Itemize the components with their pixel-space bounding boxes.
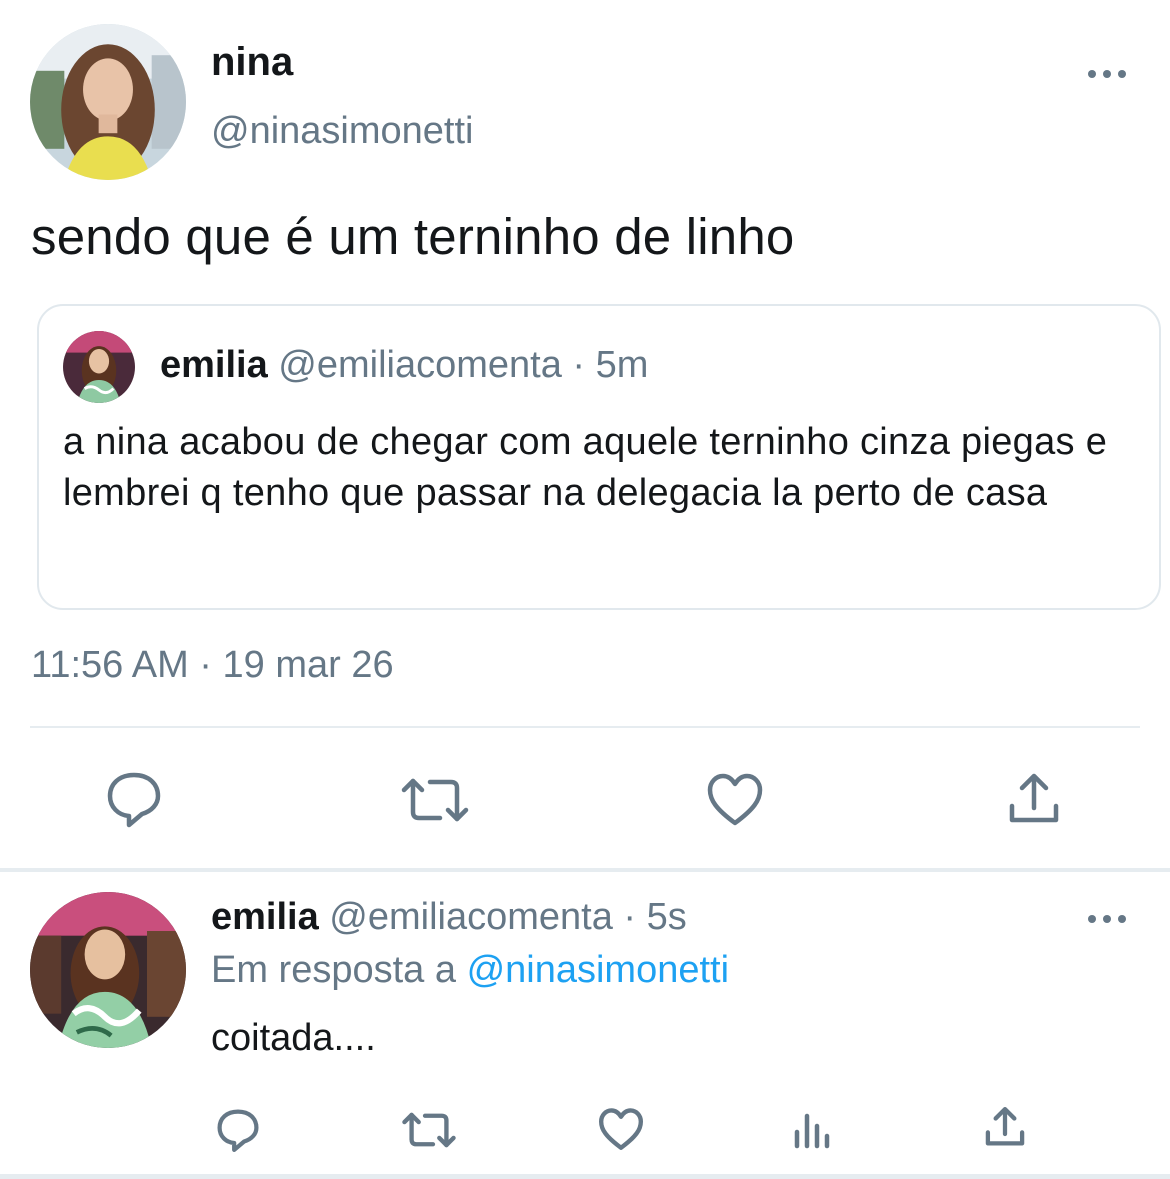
avatar-nina[interactable]	[30, 24, 186, 180]
quoted-author-meta: @emiliacomenta · 5m	[278, 344, 649, 386]
reply-author-meta: @emiliacomenta · 5s	[329, 896, 687, 938]
retweet-icon[interactable]	[400, 776, 470, 824]
share-icon[interactable]	[1007, 772, 1061, 826]
reply-text: coitada....	[211, 1017, 376, 1059]
quoted-author-name: emilia	[160, 344, 268, 386]
reply-header: emilia @emiliacomenta · 5s	[211, 896, 687, 939]
reply-icon[interactable]	[215, 1107, 261, 1153]
divider	[30, 726, 1140, 728]
tweet-timestamp[interactable]: 11:56 AM · 19 mar 26	[31, 644, 394, 687]
quoted-tweet-text: a nina acabou de chegar com aquele terni…	[63, 421, 1108, 514]
reply-context: Em resposta a @ninasimonetti	[211, 949, 729, 992]
reply-icon[interactable]	[104, 770, 164, 828]
more-horizontal-icon[interactable]	[1085, 905, 1129, 933]
avatar-emilia	[63, 331, 135, 403]
thread-separator	[0, 868, 1170, 872]
quoted-tweet-header: emilia @emiliacomenta · 5m	[160, 344, 648, 387]
share-icon[interactable]	[984, 1106, 1026, 1148]
author-name[interactable]: nina	[211, 40, 293, 85]
avatar-emilia[interactable]	[30, 892, 186, 1048]
like-icon[interactable]	[598, 1108, 644, 1151]
bottom-border	[0, 1174, 1170, 1179]
tweet-text: sendo que é um terninho de linho	[31, 208, 795, 265]
reply-mention-link[interactable]: @ninasimonetti	[467, 949, 729, 991]
more-horizontal-icon[interactable]	[1085, 60, 1129, 88]
author-handle[interactable]: @ninasimonetti	[211, 110, 473, 153]
like-icon[interactable]	[706, 773, 764, 827]
reply-author-name[interactable]: emilia	[211, 896, 319, 938]
analytics-icon[interactable]	[792, 1110, 832, 1150]
retweet-icon[interactable]	[401, 1111, 457, 1149]
reply-prefix: Em resposta a	[211, 949, 467, 991]
